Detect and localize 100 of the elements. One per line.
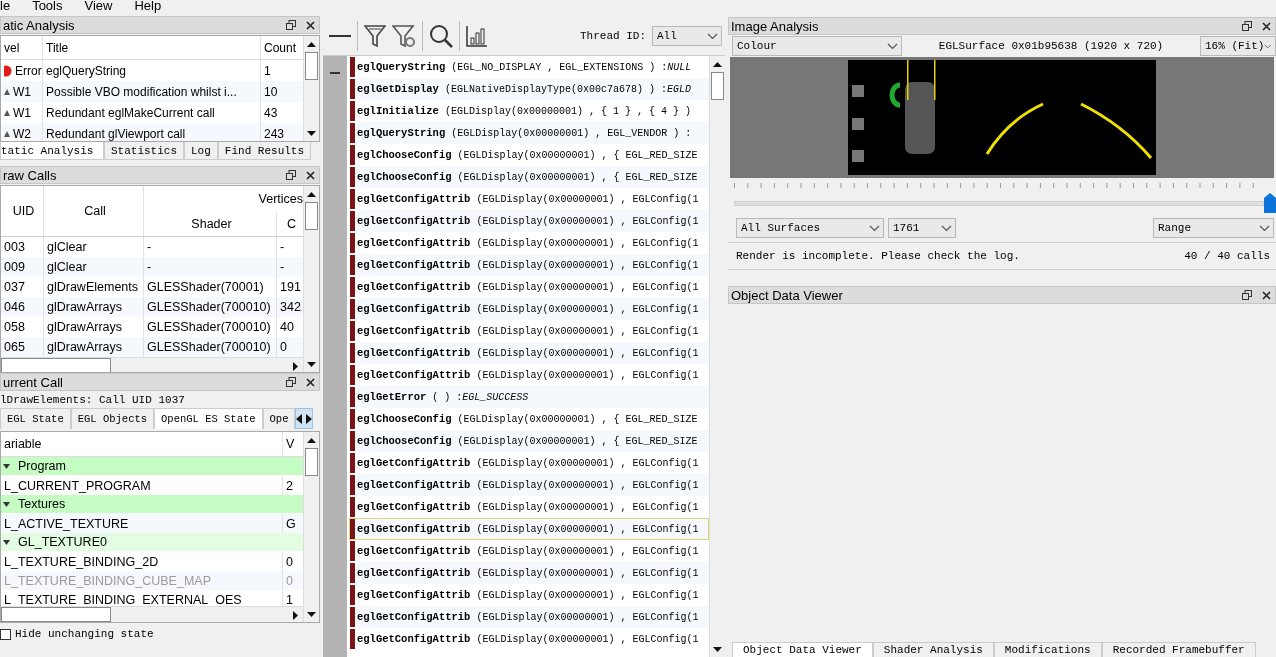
table-cell: glClear [44,257,144,277]
call-row[interactable]: eglGetConfigAttrib (EGLDisplay(0x00000001) , EGLConfig(1 [349,276,709,298]
column-header[interactable]: vel [1,36,43,59]
frame-dropdown[interactable]: 1761 [888,218,956,238]
column-header[interactable]: Count [261,36,303,59]
tab[interactable]: Log [184,142,218,160]
tab[interactable]: Ope [262,408,296,429]
value-cell-text: 2 [285,477,294,495]
call-row[interactable]: eglGetConfigAttrib (EGLDisplay(0x00000001) , EGLConfig(1 [349,518,709,540]
call-row[interactable]: eglGetDisplay (EGLNativeDisplayType(0x00c7a678) ) :EGLD [349,78,709,100]
table-cell-text: 40 [279,319,295,336]
tab[interactable]: EGL Objects [70,408,155,429]
call-row[interactable]: eglGetConfigAttrib (EGLDisplay(0x00000001) , EGLConfig(1 [349,474,709,496]
call-row[interactable]: eglGetConfigAttrib (EGLDisplay(0x00000001) , EGLConfig(1 [349,254,709,276]
tree-group-row[interactable]: GL_TEXTURE0 [1,533,303,552]
channel-dropdown[interactable]: Colour [732,36,902,56]
table-cell-text: - [279,239,286,256]
surface-label: EGLSurface 0x01b95638 (1920 x 720) [937,40,1165,52]
tab[interactable]: Recorded Framebuffer [1101,642,1256,657]
menu-item[interactable]: View [84,0,113,12]
table-row[interactable]: 046 glDrawArrays GLESShader(700010) 342 [1,297,303,317]
table-row[interactable]: W1 Possible VBO modification whilst i... 10 [1,81,303,102]
table-cell: W1 [13,105,31,120]
call-row[interactable]: eglGetConfigAttrib (EGLDisplay(0x00000001) , EGLConfig(1 [349,232,709,254]
column-header[interactable]: ariable [1,432,283,456]
table-cell-text: 342 [279,299,302,316]
panel-title: atic Analysis [2,17,76,33]
tab[interactable]: OpenGL ES State [154,408,263,429]
tab[interactable]: tatic Analysis [0,142,104,160]
panel-title: Image Analysis [730,18,820,34]
call-row[interactable]: eglGetError ( ) :EGL_SUCCESS [349,386,709,408]
call-row[interactable]: eglGetConfigAttrib (EGLDisplay(0x00000001) , EGLConfig(1 [349,298,709,320]
table-cell: Error [15,63,42,78]
menu-item[interactable]: le [0,0,11,12]
column-header[interactable]: Shader [144,212,277,236]
call-row[interactable]: eglGetConfigAttrib (EGLDisplay(0x00000001) , EGLConfig(1 [349,364,709,386]
call-row[interactable]: eglInitialize (EGLDisplay(0x00000001) , { 1 } , { 4 } ) [349,100,709,122]
call-row[interactable]: eglGetConfigAttrib (EGLDisplay(0x00000001) , EGLConfig(1 [349,496,709,518]
table-cell-text: 191 [279,279,302,296]
tab[interactable]: Object Data Viewer [732,642,873,657]
thread-dropdown[interactable]: All [652,26,722,46]
call-row[interactable]: eglChooseConfig (EGLDisplay(0x00000001) , { EGL_RED_SIZE [349,144,709,166]
table-row[interactable]: W2 Redundant glViewport call 243 [1,123,303,141]
call-row[interactable]: eglChooseConfig (EGLDisplay(0x00000001) , { EGL_RED_SIZE [349,430,709,452]
table-cell: 046 [1,297,44,317]
call-row[interactable]: eglChooseConfig (EGLDisplay(0x00000001) , { EGL_RED_SIZE [349,166,709,188]
call-row[interactable]: eglGetConfigAttrib (EGLDisplay(0x00000001) , EGLConfig(1 [349,606,709,628]
column-header[interactable]: UID [1,186,44,236]
tree-group-row[interactable]: Textures [1,495,303,514]
call-row[interactable]: eglGetConfigAttrib (EGLDisplay(0x00000001) , EGLConfig(1 [349,584,709,606]
table-cell-text: 0 [279,339,288,356]
table-row[interactable]: 065 glDrawArrays GLESShader(700010) 0 [1,337,303,357]
calls-count: 40 / 40 calls [1184,250,1270,262]
value-cell-text: G [285,515,297,533]
table-cell-text: 43 [263,104,279,122]
call-row[interactable]: eglGetConfigAttrib (EGLDisplay(0x00000001) , EGLConfig(1 [349,342,709,364]
call-row[interactable]: eglQueryString (EGLDisplay(0x00000001) , EGL_VENDOR ) : [349,122,709,144]
table-cell: W2 [13,126,31,141]
call-row[interactable]: eglGetConfigAttrib (EGLDisplay(0x00000001) , EGLConfig(1 [349,562,709,584]
panel-title: Object Data Viewer [730,287,844,303]
table-cell: W1 [13,84,31,99]
tree-group-row[interactable]: Program [1,457,303,476]
call-row[interactable]: eglGetConfigAttrib (EGLDisplay(0x00000001) , EGLConfig(1 [349,210,709,232]
call-row[interactable]: eglGetConfigAttrib (EGLDisplay(0x00000001) , EGLConfig(1 [349,188,709,210]
tab[interactable]: Find Results [217,142,312,160]
table-cell: 009 [1,257,44,277]
table-cell: glDrawArrays [44,297,144,317]
tab[interactable]: Modifications [993,642,1102,657]
table-cell: GLESShader(700010) [144,297,277,317]
column-group-header: Vertices [257,191,303,208]
call-row[interactable]: eglGetConfigAttrib (EGLDisplay(0x00000001) , EGLConfig(1 [349,540,709,562]
column-header[interactable]: V [283,432,303,456]
table-cell: Possible VBO modification whilst i... [43,81,261,102]
table-cell-text: - [279,259,286,276]
call-row[interactable]: eglQueryString (EGL_NO_DISPLAY , EGL_EXTENSIONS ) :NULL [349,56,709,78]
call-row[interactable]: eglGetConfigAttrib (EGLDisplay(0x00000001) , EGLConfig(1 [349,628,709,650]
call-row[interactable]: eglGetConfigAttrib (EGLDisplay(0x00000001) , EGLConfig(1 [349,320,709,342]
menu-item[interactable]: Help [134,0,162,12]
column-header[interactable]: Call [44,186,144,236]
column-header[interactable]: C [277,212,303,236]
checkbox-label: Hide unchanging state [15,628,154,640]
table-cell-text: 243 [263,125,286,141]
call-row[interactable]: eglGetConfigAttrib (EGLDisplay(0x00000001) , EGLConfig(1 [349,452,709,474]
column-header[interactable]: Title [43,36,261,59]
zoom-dropdown[interactable]: 16% (Fit) [1200,36,1276,56]
thread-id-label: Thread ID: [580,30,646,42]
tab[interactable]: Statistics [104,142,184,160]
tab[interactable]: EGL State [0,408,71,429]
variable-cell: L_TEXTURE_BINDING_CUBE_MAP [1,571,283,590]
mode-dropdown[interactable]: Range [1153,218,1274,238]
call-label: lDrawElements: Call UID 1037 [0,392,186,408]
menu-item[interactable]: Tools [32,0,63,12]
table-row[interactable]: 009 glClear - - [1,257,303,277]
tree-row[interactable]: L_ACTIVE_TEXTURE G [1,514,303,533]
surface-filter-dropdown[interactable]: All Surfaces [736,218,884,238]
value-cell-text: 0 [285,572,294,590]
panel-title: raw Calls [2,167,58,183]
table-cell: - [144,257,277,277]
tab[interactable]: Shader Analysis [872,642,994,657]
call-row[interactable]: eglChooseConfig (EGLDisplay(0x00000001) , { EGL_RED_SIZE [349,408,709,430]
